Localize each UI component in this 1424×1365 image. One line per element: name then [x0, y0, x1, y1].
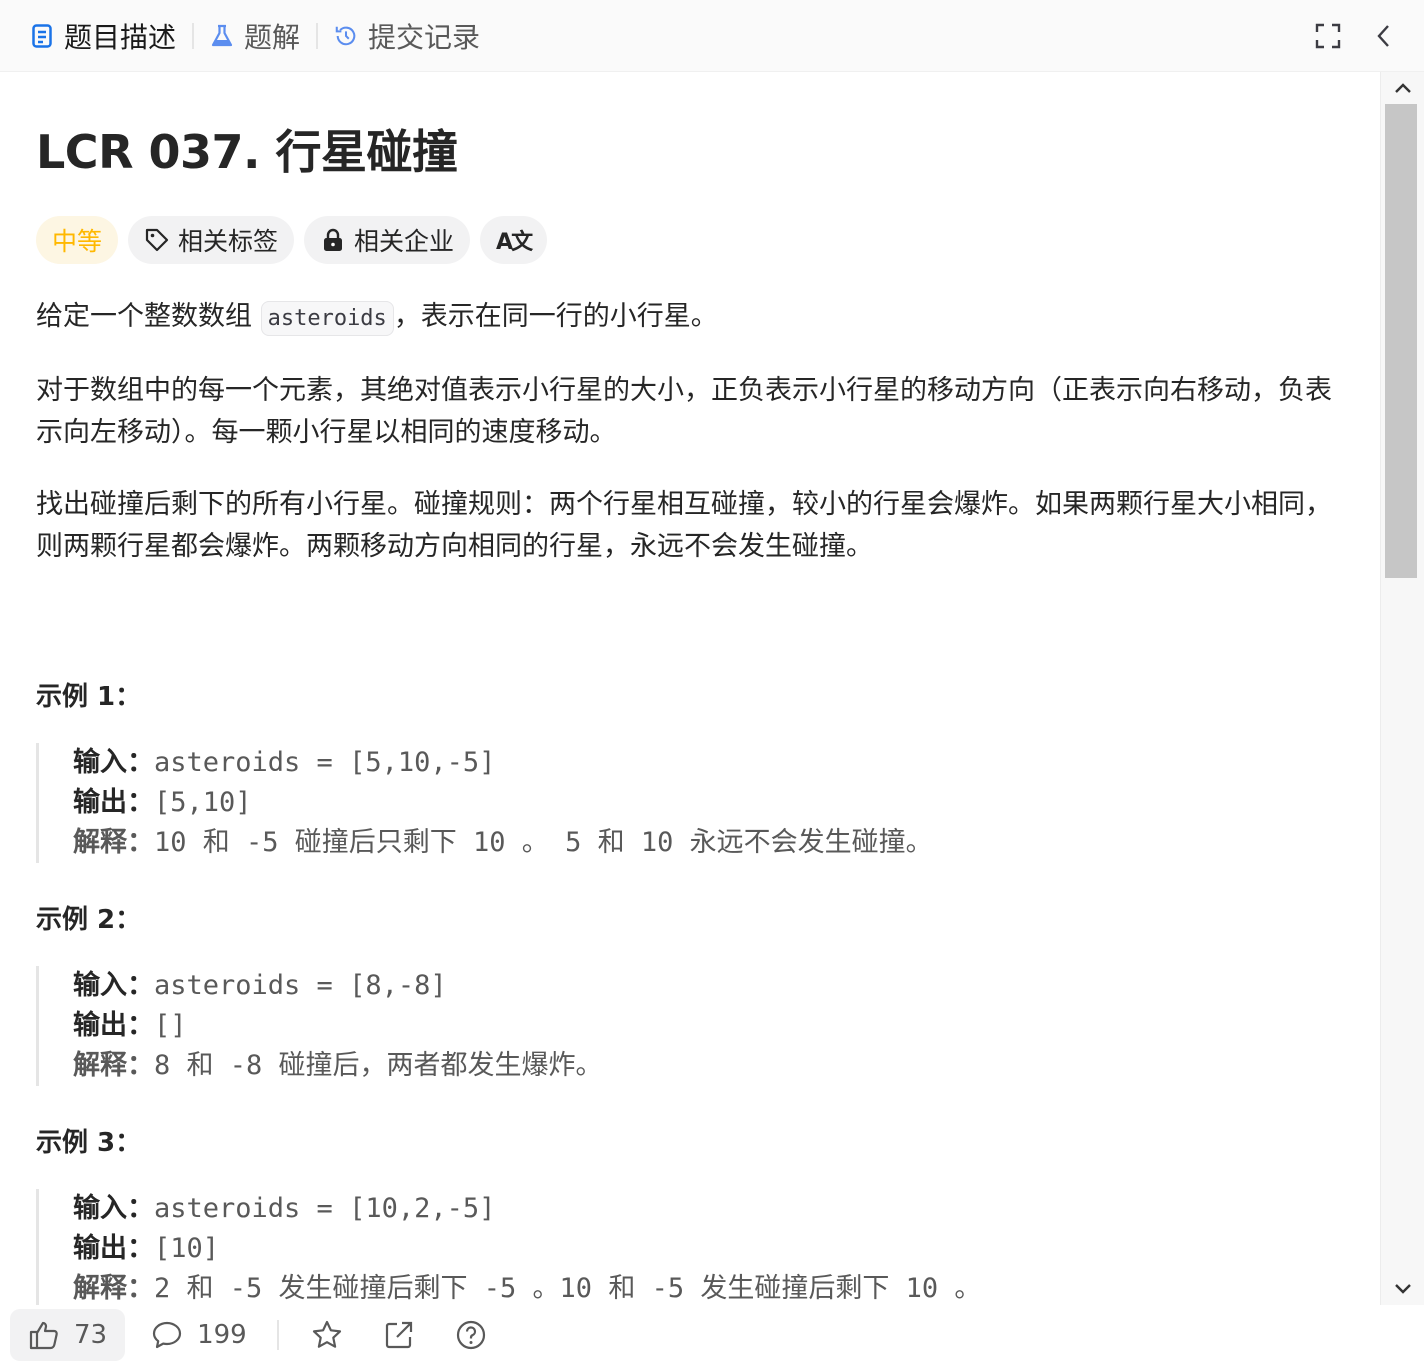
- chevron-up-icon: [1395, 83, 1411, 93]
- tag-icon: [144, 227, 170, 253]
- explain-label: 解释：: [73, 1050, 154, 1081]
- star-icon: [312, 1320, 341, 1348]
- example-explain: 10 和 -5 碰撞后只剩下 10 。 5 和 10 永远不会发生碰撞。: [154, 827, 933, 858]
- flask-icon: [210, 24, 234, 48]
- problem-content: LCR 037. 行星碰撞 中等 相关标签 相关企业 A文 给定一个整数数组 a…: [0, 72, 1380, 1305]
- scrollbar[interactable]: [1380, 72, 1424, 1305]
- scrollbar-thumb[interactable]: [1385, 104, 1417, 578]
- input-label: 输入：: [73, 970, 154, 1001]
- description-paragraph: 找出碰撞后剩下的所有小行星。碰撞规则：两个行星相互碰撞，较小的行星会爆炸。如果两…: [36, 489, 1332, 562]
- tab-submissions[interactable]: 提交记录: [318, 16, 496, 56]
- example-output: [5,10]: [154, 787, 252, 818]
- description-paragraph: 给定一个整数数组 asteroids ，表示在同一行的小行星。: [36, 296, 1344, 340]
- fullscreen-icon: [1315, 23, 1341, 49]
- tab-solutions[interactable]: 题解: [194, 16, 316, 56]
- translate-button[interactable]: A文: [480, 216, 548, 264]
- chevron-down-icon: [1395, 1284, 1411, 1294]
- tab-solutions-label: 题解: [244, 20, 301, 54]
- document-icon: [30, 23, 54, 48]
- example-heading: 示例 3：: [36, 1128, 142, 1158]
- tab-bar: 题目描述 题解 提交记录: [0, 0, 1424, 72]
- like-button[interactable]: 73: [10, 1309, 126, 1361]
- share-icon: [385, 1321, 412, 1349]
- example-block: 输入：asteroids = [10,2,-5] 输出：[10] 解释：2 和 …: [36, 1189, 1344, 1305]
- input-label: 输入：: [73, 1193, 154, 1224]
- related-companies-button[interactable]: 相关企业: [304, 216, 471, 264]
- related-tags-label: 相关标签: [178, 227, 279, 256]
- thumbs-up-icon: [29, 1321, 58, 1350]
- fullscreen-button[interactable]: [1308, 16, 1348, 56]
- difficulty-badge[interactable]: 中等: [36, 216, 119, 264]
- inline-code: asteroids: [260, 301, 394, 336]
- question-circle-icon: [456, 1320, 485, 1350]
- example-input: asteroids = [10,2,-5]: [154, 1193, 496, 1224]
- example-output: [10]: [154, 1233, 220, 1264]
- comment-icon: [152, 1321, 182, 1349]
- example-block: 输入：asteroids = [5,10,-5] 输出：[5,10] 解释：10…: [36, 743, 1344, 863]
- tab-description-label: 题目描述: [64, 20, 177, 54]
- comments-button[interactable]: 199: [151, 1320, 247, 1350]
- related-tags-button[interactable]: 相关标签: [128, 216, 295, 264]
- translate-icon: A文: [496, 230, 533, 255]
- example-output: []: [154, 1010, 187, 1041]
- input-label: 输入：: [73, 747, 154, 778]
- collapse-button[interactable]: [1364, 16, 1404, 56]
- scroll-up-button[interactable]: [1391, 76, 1415, 100]
- bottom-action-bar: 73 199: [0, 1305, 1424, 1365]
- example-heading: 示例 1：: [36, 682, 142, 712]
- explain-label: 解释：: [73, 827, 154, 858]
- scroll-down-button[interactable]: [1391, 1277, 1415, 1301]
- example-explain: 8 和 -8 碰撞后，两者都发生爆炸。: [154, 1050, 603, 1081]
- comment-count: 199: [197, 1320, 247, 1350]
- example-input: asteroids = [5,10,-5]: [154, 747, 496, 778]
- output-label: 输出：: [73, 787, 154, 818]
- output-label: 输出：: [73, 1233, 154, 1264]
- history-icon: [334, 24, 358, 48]
- example-explain: 2 和 -5 发生碰撞后剩下 -5 。10 和 -5 发生碰撞后剩下 10 。: [154, 1273, 982, 1304]
- lock-icon: [320, 227, 346, 253]
- share-button[interactable]: [379, 1315, 419, 1355]
- tag-row: 中等 相关标签 相关企业 A文: [36, 216, 1344, 264]
- toolbar-divider: [276, 1320, 279, 1350]
- problem-title: LCR 037. 行星碰撞: [36, 125, 458, 179]
- favorite-button[interactable]: [307, 1315, 347, 1355]
- example-block: 输入：asteroids = [8,-8] 输出：[] 解释：8 和 -8 碰撞…: [36, 966, 1344, 1086]
- tab-submissions-label: 提交记录: [368, 20, 481, 54]
- related-companies-label: 相关企业: [354, 227, 455, 256]
- example-input: asteroids = [8,-8]: [154, 970, 447, 1001]
- tab-description[interactable]: 题目描述: [0, 16, 192, 56]
- like-count: 73: [74, 1320, 108, 1350]
- description-paragraph: 对于数组中的每一个元素，其绝对值表示小行星的大小，正负表示小行星的移动方向（正表…: [36, 375, 1332, 448]
- explain-label: 解释：: [73, 1273, 154, 1304]
- help-button[interactable]: [451, 1315, 491, 1355]
- output-label: 输出：: [73, 1010, 154, 1041]
- chevron-left-icon: [1377, 25, 1389, 47]
- example-heading: 示例 2：: [36, 905, 142, 935]
